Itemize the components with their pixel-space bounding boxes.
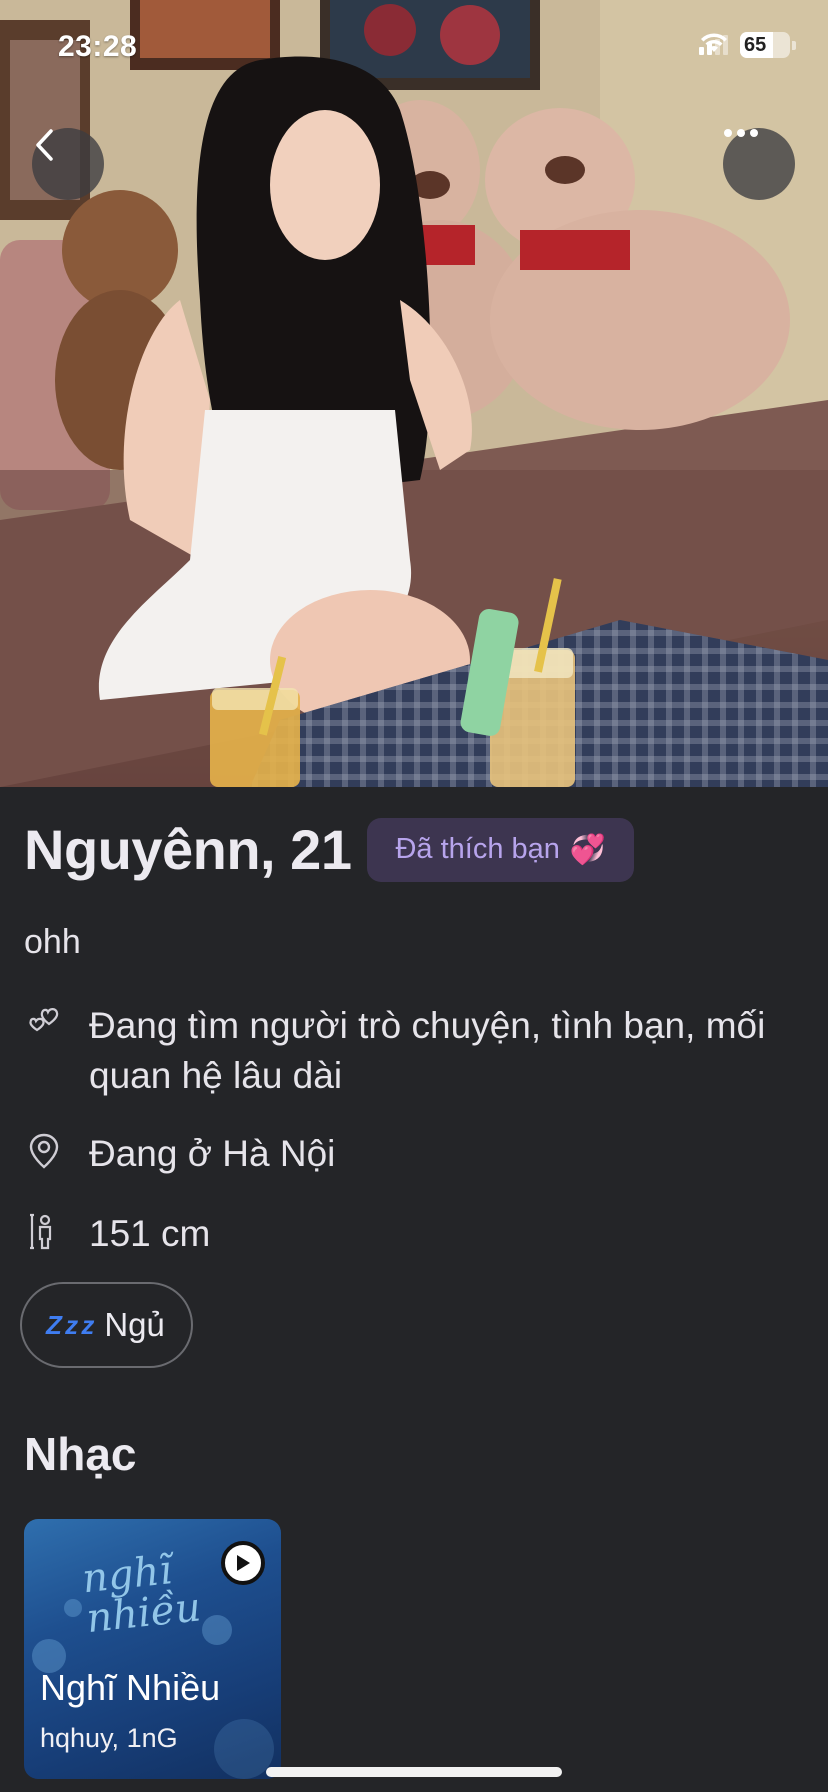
status-icons: 65: [699, 32, 796, 58]
wifi-icon: [701, 33, 727, 52]
height-icon: [30, 1213, 52, 1250]
ellipsis-icon: [724, 129, 758, 137]
location-text: Đang ở Hà Nội: [89, 1133, 336, 1174]
looking-for-row: Đang tìm người trò chuyện, tình bạn, mối…: [24, 1001, 809, 1101]
status-time: 23:28: [58, 30, 138, 63]
more-options-button[interactable]: [723, 128, 795, 200]
chevron-left-icon: [36, 129, 53, 161]
zzz-icon: Z z z: [46, 1309, 94, 1340]
music-card[interactable]: nghĩ nhiều Nghĩ Nhiều hqhuy, 1nG: [24, 1519, 281, 1779]
hearts-icon: [29, 1008, 59, 1032]
chip-label: Ngủ: [104, 1306, 165, 1343]
location-row: Đang ở Hà Nội: [24, 1129, 809, 1179]
two-hearts-icon: 💞: [569, 833, 607, 866]
location-pin-icon: [29, 1133, 59, 1169]
profile-photo[interactable]: 23:28 65: [0, 0, 828, 787]
photo-illustration: [0, 0, 828, 787]
height-row: 151 cm: [24, 1209, 809, 1259]
home-indicator[interactable]: [266, 1767, 562, 1777]
play-icon: [237, 1555, 250, 1571]
interest-chip-sleep[interactable]: Z z z Ngủ: [20, 1282, 193, 1368]
liked-you-badge: Đã thích bạn 💞: [367, 817, 635, 882]
bio-text: ohh: [24, 923, 81, 961]
battery-icon: 65: [740, 32, 790, 58]
profile-name-age: Nguyênn, 21: [24, 818, 352, 881]
music-section-title: Nhạc: [24, 1428, 137, 1480]
play-button[interactable]: [221, 1541, 265, 1585]
song-artist: hqhuy, 1nG: [40, 1723, 178, 1753]
looking-for-text: Đang tìm người trò chuyện, tình bạn, mối…: [89, 1005, 766, 1096]
liked-badge-label: Đã thích bạn: [395, 833, 560, 865]
profile-screen: 23:28 65 Nguyênn, 21 Đã thích bạn 💞 ohh …: [0, 0, 828, 1792]
song-title: Nghĩ Nhiều: [40, 1667, 221, 1708]
name-row: Nguyênn, 21 Đã thích bạn 💞: [24, 817, 635, 882]
battery-level: 65: [744, 34, 767, 56]
height-text: 151 cm: [89, 1213, 211, 1254]
back-button[interactable]: [32, 128, 104, 200]
